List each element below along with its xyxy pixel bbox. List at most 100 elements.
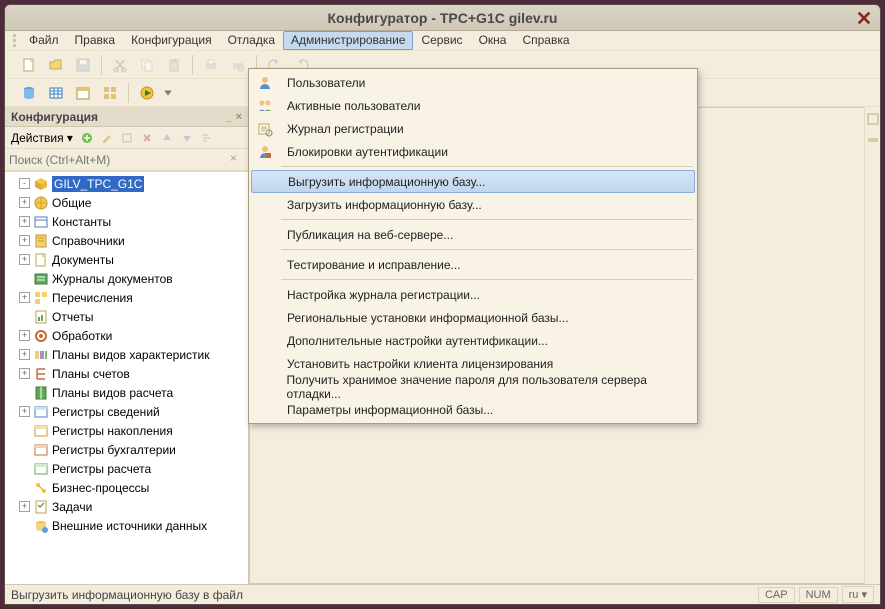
grid-icon[interactable] bbox=[99, 82, 121, 104]
sidebar: Конфигурация _× Действия ▾ × -GILV_TPC_G… bbox=[5, 107, 249, 584]
tree-item[interactable]: +Перечисления bbox=[5, 288, 248, 307]
up-icon[interactable] bbox=[159, 130, 175, 146]
dropdown-item-label: Получить хранимое значение пароля для по… bbox=[283, 373, 695, 401]
edit-icon[interactable] bbox=[99, 130, 115, 146]
dropdown-item[interactable]: Дополнительные настройки аутентификации.… bbox=[251, 329, 695, 352]
window-title: Конфигуратор - TPC+G1C gilev.ru bbox=[327, 10, 557, 26]
expand-icon[interactable]: + bbox=[19, 235, 30, 246]
sidebar-header: Конфигурация _× bbox=[5, 107, 248, 127]
menu-configuration[interactable]: Конфигурация bbox=[123, 31, 220, 50]
tree-item[interactable]: Отчеты bbox=[5, 307, 248, 326]
dropdown-item[interactable]: Загрузить информационную базу... bbox=[251, 193, 695, 216]
dropdown-item[interactable]: Настройка журнала регистрации... bbox=[251, 283, 695, 306]
clear-search-icon[interactable]: × bbox=[230, 151, 244, 168]
menu-debug[interactable]: Отладка bbox=[220, 31, 283, 50]
tree-item[interactable]: Журналы документов bbox=[5, 269, 248, 288]
menu-file[interactable]: Файл bbox=[21, 31, 67, 50]
calendar-icon[interactable] bbox=[72, 82, 94, 104]
dropdown-item[interactable]: Публикация на веб-сервере... bbox=[251, 223, 695, 246]
tree-item[interactable]: +Планы видов характеристик bbox=[5, 345, 248, 364]
dropdown-item-label: Выгрузить информационную базу... bbox=[284, 175, 485, 189]
tree-item-label: Внешние источники данных bbox=[52, 519, 207, 533]
reg2-icon bbox=[33, 423, 49, 439]
tree-item[interactable]: +Справочники bbox=[5, 231, 248, 250]
strip-icon-1[interactable] bbox=[867, 113, 879, 128]
tree-item[interactable]: Внешние источники данных bbox=[5, 516, 248, 535]
expand-icon[interactable]: + bbox=[19, 292, 30, 303]
expand-icon[interactable]: - bbox=[19, 178, 30, 189]
table-icon[interactable] bbox=[45, 82, 67, 104]
status-bar: Выгрузить информационную базу в файл CAP… bbox=[5, 584, 880, 604]
properties-icon[interactable] bbox=[119, 130, 135, 146]
down-icon[interactable] bbox=[179, 130, 195, 146]
dropdown-item[interactable]: Блокировки аутентификации bbox=[251, 140, 695, 163]
expand-icon[interactable]: + bbox=[19, 254, 30, 265]
tree-item[interactable]: +Документы bbox=[5, 250, 248, 269]
dropdown-item[interactable]: Активные пользователи bbox=[251, 94, 695, 117]
expand-icon[interactable]: + bbox=[19, 197, 30, 208]
menu-service[interactable]: Сервис bbox=[413, 31, 470, 50]
menu-bar: Файл Правка Конфигурация Отладка Админис… bbox=[5, 31, 880, 51]
tree-item[interactable]: +Планы счетов bbox=[5, 364, 248, 383]
menu-edit[interactable]: Правка bbox=[67, 31, 124, 50]
enum-icon bbox=[33, 290, 49, 306]
menu-administration[interactable]: Администрирование bbox=[283, 31, 413, 50]
dropdown-item[interactable]: Выгрузить информационную базу... bbox=[251, 170, 695, 193]
expand-icon[interactable]: + bbox=[19, 216, 30, 227]
expand-icon[interactable]: + bbox=[19, 406, 30, 417]
tree-item[interactable]: +Задачи bbox=[5, 497, 248, 516]
close-button[interactable] bbox=[856, 10, 872, 26]
db-icon[interactable] bbox=[18, 82, 40, 104]
panel-min-icon[interactable]: _ bbox=[225, 111, 231, 123]
tree-item-label: Регистры накопления bbox=[52, 424, 173, 438]
const-icon bbox=[33, 214, 49, 230]
menu-help[interactable]: Справка bbox=[514, 31, 577, 50]
cut-icon[interactable] bbox=[109, 54, 131, 76]
users-icon bbox=[255, 98, 275, 114]
tree-item[interactable]: + Общие bbox=[5, 193, 248, 212]
delete-icon[interactable] bbox=[139, 130, 155, 146]
strip-icon-2[interactable] bbox=[867, 134, 879, 149]
dropdown-item-label: Публикация на веб-сервере... bbox=[283, 228, 453, 242]
expand-icon[interactable]: + bbox=[19, 349, 30, 360]
tree-item-label: Бизнес-процессы bbox=[52, 481, 149, 495]
expand-icon[interactable]: + bbox=[19, 330, 30, 341]
tree-item[interactable]: +Константы bbox=[5, 212, 248, 231]
menu-windows[interactable]: Окна bbox=[471, 31, 515, 50]
expand-icon[interactable]: + bbox=[19, 368, 30, 379]
plan-icon bbox=[33, 347, 49, 363]
dropdown-item[interactable]: Параметры информационной базы... bbox=[251, 398, 695, 421]
config-tree[interactable]: -GILV_TPC_G1C + Общие +Константы+Справочник… bbox=[5, 171, 248, 584]
panel-close-icon[interactable]: × bbox=[236, 111, 242, 123]
tree-item[interactable]: +Регистры сведений bbox=[5, 402, 248, 421]
search-input[interactable] bbox=[9, 151, 230, 168]
tree-item[interactable]: Планы видов расчета bbox=[5, 383, 248, 402]
dropdown-item[interactable]: Региональные установки информационной ба… bbox=[251, 306, 695, 329]
tree-item[interactable]: Регистры накопления bbox=[5, 421, 248, 440]
print-icon[interactable] bbox=[200, 54, 222, 76]
tree-item-label: Общие bbox=[52, 196, 91, 210]
tree-item[interactable]: -GILV_TPC_G1C bbox=[5, 174, 248, 193]
actions-dropdown[interactable]: Действия ▾ bbox=[11, 131, 73, 145]
new-file-icon[interactable] bbox=[18, 54, 40, 76]
tree-item[interactable]: +Обработки bbox=[5, 326, 248, 345]
dropdown-item[interactable]: Получить хранимое значение пароля для по… bbox=[251, 375, 695, 398]
paste-icon[interactable] bbox=[163, 54, 185, 76]
save-icon[interactable] bbox=[72, 54, 94, 76]
tree-item[interactable]: Бизнес-процессы bbox=[5, 478, 248, 497]
title-bar: Конфигуратор - TPC+G1C gilev.ru bbox=[5, 5, 880, 31]
dropdown-item[interactable]: Пользователи bbox=[251, 71, 695, 94]
sort-icon[interactable] bbox=[199, 130, 215, 146]
dropdown-item[interactable]: Журнал регистрации bbox=[251, 117, 695, 140]
print-preview-icon[interactable] bbox=[227, 54, 249, 76]
tree-item[interactable]: Регистры расчета bbox=[5, 459, 248, 478]
expand-icon[interactable]: + bbox=[19, 501, 30, 512]
tree-item[interactable]: Регистры бухгалтерии bbox=[5, 440, 248, 459]
play-dropdown-icon[interactable] bbox=[163, 82, 173, 104]
status-lang[interactable]: ru ▾ bbox=[842, 586, 874, 603]
copy-icon[interactable] bbox=[136, 54, 158, 76]
open-file-icon[interactable] bbox=[45, 54, 67, 76]
add-icon[interactable] bbox=[79, 130, 95, 146]
play-icon[interactable] bbox=[136, 82, 158, 104]
dropdown-item[interactable]: Тестирование и исправление... bbox=[251, 253, 695, 276]
